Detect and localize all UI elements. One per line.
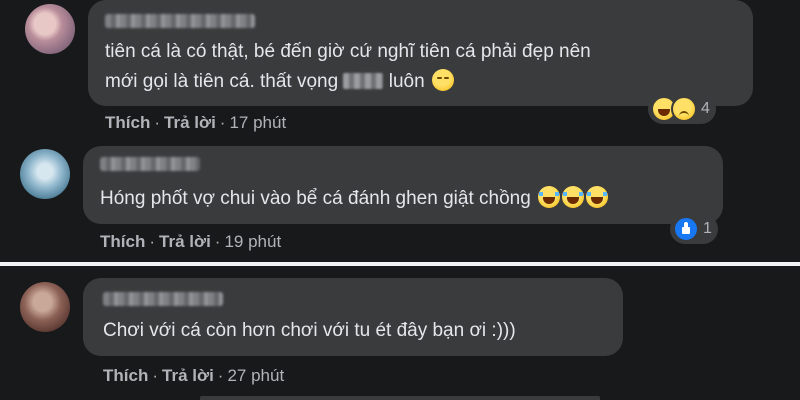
reply-link[interactable]: Trả lời	[164, 113, 216, 132]
like-link[interactable]: Thích	[100, 232, 145, 251]
pensive-face-emoji	[431, 69, 454, 91]
reply-link[interactable]: Trả lời	[159, 232, 211, 251]
reaction-summary[interactable]: 4	[648, 94, 716, 124]
reply-link[interactable]: Trả lời	[162, 366, 214, 385]
timestamp[interactable]: 27 phút	[227, 366, 284, 385]
reaction-count: 4	[701, 100, 710, 117]
blurred-word	[343, 73, 384, 89]
separator: ·	[219, 113, 226, 132]
comment-text-line-1: Chơi với cá còn hơn chơi với tu ét đây b…	[103, 320, 516, 341]
comment-actions: Thích · Trả lời · 27 phút	[103, 366, 284, 386]
comments-panel-bottom: Chơi với cá còn hơn chơi với tu ét đây b…	[0, 266, 800, 400]
comment-actions: Thích · Trả lời · 19 phút	[100, 232, 281, 252]
like-link[interactable]: Thích	[103, 366, 148, 385]
like-link[interactable]: Thích	[105, 113, 150, 132]
tears-of-joy-emoji	[586, 186, 609, 208]
comment-bubble: tiên cá là có thật, bé đến giờ cứ nghĩ t…	[88, 0, 753, 106]
comment-actions: Thích · Trả lời · 17 phút	[105, 113, 286, 133]
like-reaction-icon	[673, 216, 699, 242]
reaction-count: 1	[703, 220, 712, 237]
tears-of-joy-emoji	[538, 186, 561, 208]
avatar[interactable]	[20, 149, 70, 199]
timestamp[interactable]: 17 phút	[229, 113, 286, 132]
commenter-name-blurred[interactable]	[105, 14, 255, 28]
avatar[interactable]	[25, 4, 75, 54]
separator: ·	[154, 113, 161, 132]
timestamp[interactable]: 19 phút	[224, 232, 281, 251]
comment-text-line-1: tiên cá là có thật, bé đến giờ cứ nghĩ t…	[105, 41, 591, 62]
comment-text: luôn	[388, 71, 425, 92]
tears-of-joy-emoji	[562, 186, 585, 208]
comment-text-line-2: mới gọi là tiên cá. thất vọng luôn	[105, 67, 454, 97]
next-comment-edge	[200, 396, 600, 400]
comment-text: Hóng phốt vợ chui vào bể cá đánh ghen gi…	[100, 188, 531, 209]
separator: ·	[214, 232, 221, 251]
commenter-name-blurred[interactable]	[103, 292, 223, 306]
sad-reaction-icon	[671, 96, 697, 122]
commenter-name-blurred[interactable]	[100, 157, 200, 171]
separator: ·	[149, 232, 156, 251]
comment-bubble: Chơi với cá còn hơn chơi với tu ét đây b…	[83, 278, 623, 356]
separator: ·	[152, 366, 159, 385]
avatar[interactable]	[20, 282, 70, 332]
comment-text: mới gọi là tiên cá. thất vọng	[105, 71, 339, 92]
comment-bubble: Hóng phốt vợ chui vào bể cá đánh ghen gi…	[83, 146, 723, 224]
comments-panel-top: tiên cá là có thật, bé đến giờ cứ nghĩ t…	[0, 0, 800, 262]
comment-text-line-1: Hóng phốt vợ chui vào bể cá đánh ghen gi…	[100, 184, 609, 214]
separator: ·	[217, 366, 224, 385]
reaction-summary[interactable]: 1	[670, 214, 718, 244]
